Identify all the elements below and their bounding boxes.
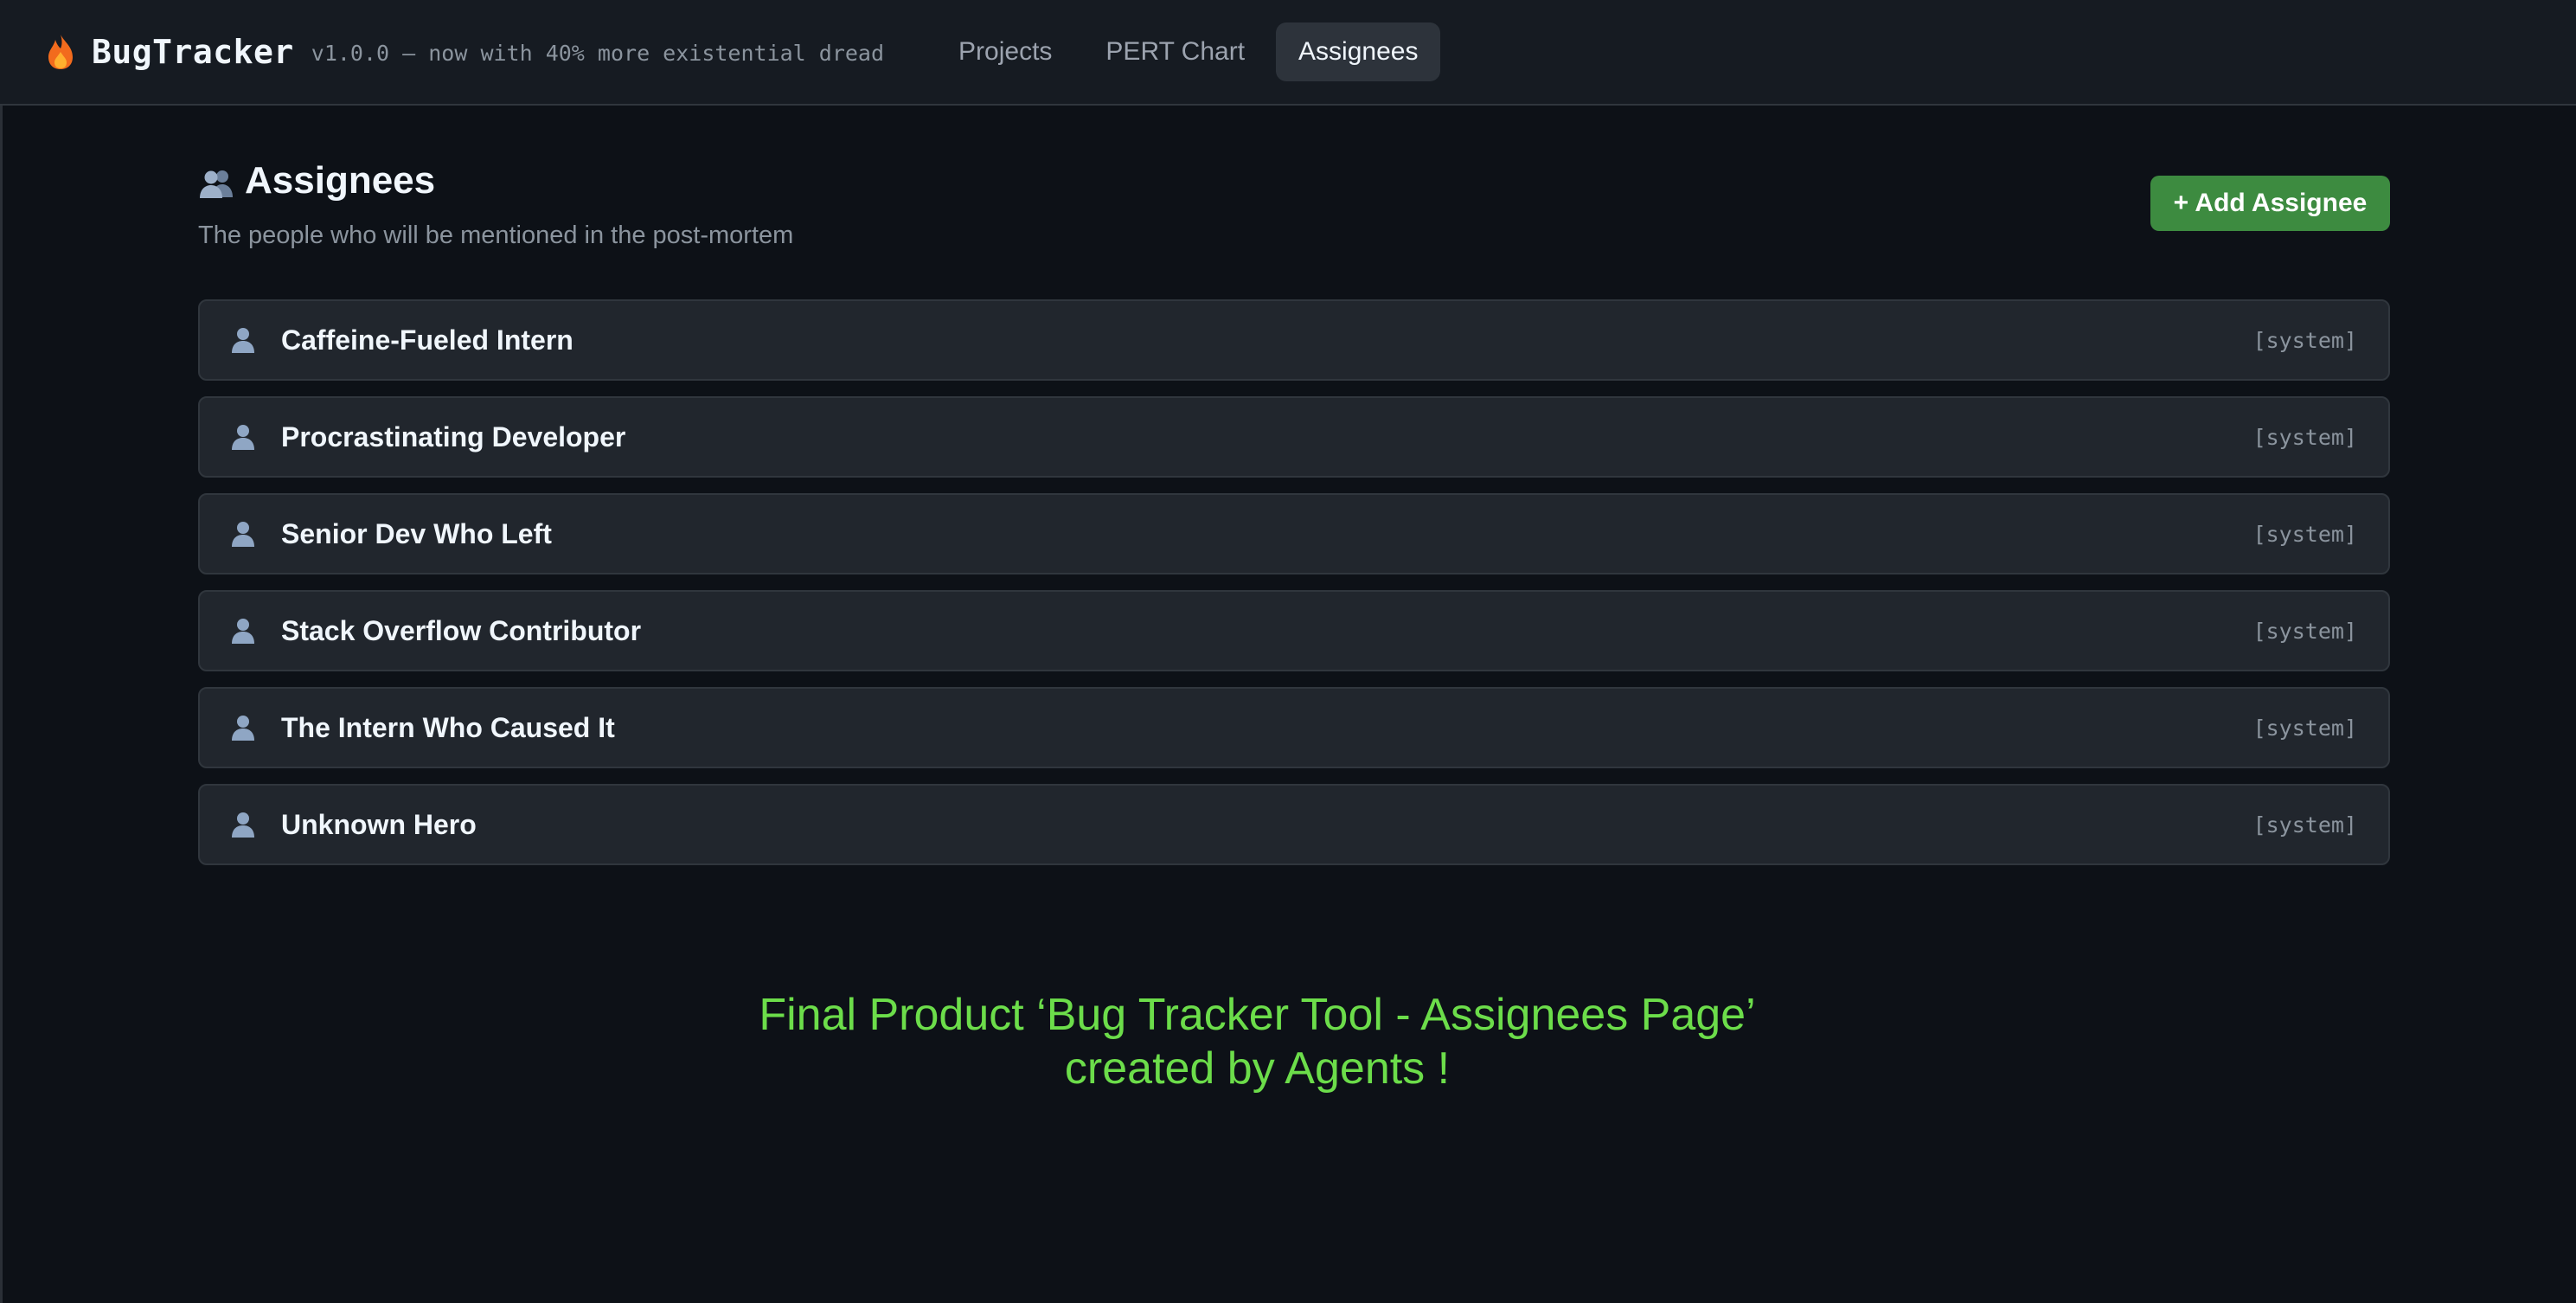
page-subtitle: The people who will be mentioned in the … xyxy=(198,221,794,249)
assignee-tag: [system] xyxy=(2252,618,2357,644)
assignee-tag: [system] xyxy=(2252,715,2357,741)
brand-name: BugTracker xyxy=(92,33,294,71)
add-assignee-button[interactable]: + Add Assignee xyxy=(2150,176,2390,231)
person-icon xyxy=(229,326,257,354)
assignee-name: Senior Dev Who Left xyxy=(281,517,552,549)
page-header: Assignees The people who will be mention… xyxy=(198,106,2390,299)
top-navigation-bar: BugTracker v1.0.0 — now with 40% more ex… xyxy=(0,0,2576,106)
main-content: Assignees The people who will be mention… xyxy=(198,106,2390,865)
window-edge xyxy=(0,0,3,1303)
assignee-name: Caffeine-Fueled Intern xyxy=(281,324,574,356)
assignee-row[interactable]: Senior Dev Who Left [system] xyxy=(198,493,2390,574)
page-title-text: Assignees xyxy=(245,159,436,202)
users-icon xyxy=(198,165,236,198)
assignee-tag: [system] xyxy=(2252,327,2357,353)
assignee-name: Procrastinating Developer xyxy=(281,420,626,453)
assignee-row[interactable]: Stack Overflow Contributor [system] xyxy=(198,590,2390,671)
person-icon xyxy=(229,423,257,451)
assignee-row[interactable]: Caffeine-Fueled Intern [system] xyxy=(198,299,2390,381)
assignee-tag: [system] xyxy=(2252,424,2357,450)
assignee-row[interactable]: Unknown Hero [system] xyxy=(198,784,2390,865)
assignee-list: Caffeine-Fueled Intern [system] Procrast… xyxy=(198,299,2390,881)
assignee-tag: [system] xyxy=(2252,812,2357,838)
person-icon xyxy=(229,617,257,645)
tab-projects[interactable]: Projects xyxy=(936,22,1074,81)
assignee-name: The Intern Who Caused It xyxy=(281,711,615,743)
tab-pert-chart[interactable]: PERT Chart xyxy=(1083,22,1267,81)
brand-tagline: v1.0.0 — now with 40% more existential d… xyxy=(311,40,885,66)
assignee-row[interactable]: Procrastinating Developer [system] xyxy=(198,396,2390,478)
overlay-caption: Final Product ‘Bug Tracker Tool - Assign… xyxy=(0,988,2515,1095)
tab-assignees[interactable]: Assignees xyxy=(1276,22,1441,81)
assignee-tag: [system] xyxy=(2252,521,2357,547)
person-icon xyxy=(229,811,257,838)
brand[interactable]: BugTracker v1.0.0 — now with 40% more ex… xyxy=(45,0,884,105)
caption-line-2: created by Agents ! xyxy=(1064,1043,1451,1094)
person-icon xyxy=(229,714,257,741)
assignee-name: Unknown Hero xyxy=(281,808,477,840)
fire-icon xyxy=(45,33,76,71)
assignee-row[interactable]: The Intern Who Caused It [system] xyxy=(198,687,2390,768)
main-nav: Projects PERT Chart Assignees xyxy=(936,22,1441,81)
person-icon xyxy=(229,520,257,548)
page-title: Assignees xyxy=(198,159,435,202)
caption-line-1: Final Product ‘Bug Tracker Tool - Assign… xyxy=(759,990,1756,1040)
assignee-name: Stack Overflow Contributor xyxy=(281,614,642,646)
